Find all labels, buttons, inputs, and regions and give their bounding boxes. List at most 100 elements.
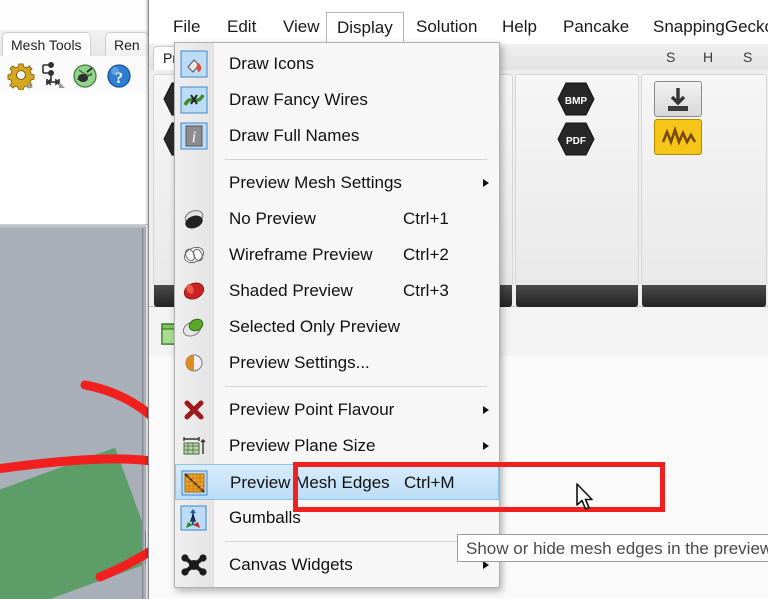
menu-item-preview-mesh-edges[interactable]: Preview Mesh Edges Ctrl+M xyxy=(175,464,499,500)
menu-snappinggecko[interactable]: SnappingGecko xyxy=(643,13,768,41)
draw-fancy-wires-icon xyxy=(177,85,211,115)
menu-pancake-label: Pancake xyxy=(563,17,630,36)
menu-item-draw-full-names-label: Draw Full Names xyxy=(229,126,360,145)
wireframe-preview-icon xyxy=(177,240,211,270)
dimension-icon[interactable] xyxy=(38,60,68,90)
menu-item-preview-plane-size[interactable]: Preview Plane Size xyxy=(175,428,499,464)
background-tabstrip: Mesh Tools Ren xyxy=(0,30,152,57)
tab-h-label: H xyxy=(703,49,714,65)
svg-text:i: i xyxy=(192,129,196,146)
menu-file[interactable]: File xyxy=(163,13,210,41)
menubar: File Edit View Display Solution Help Pan… xyxy=(149,0,768,44)
menu-help-label: Help xyxy=(502,17,537,36)
chevron-right-icon xyxy=(483,561,489,569)
menu-item-shaded-preview-shortcut: Ctrl+3 xyxy=(403,281,449,300)
menu-help[interactable]: Help xyxy=(492,13,547,41)
preview-mesh-edges-icon xyxy=(178,468,212,498)
menu-pancake[interactable]: Pancake xyxy=(553,13,639,41)
menu-item-draw-icons[interactable]: Draw Icons xyxy=(175,46,499,82)
svg-text:BMP: BMP xyxy=(565,96,588,107)
menu-solution-label: Solution xyxy=(416,17,478,36)
menu-item-preview-mesh-settings[interactable]: Preview Mesh Settings xyxy=(175,165,499,201)
tooltip: Show or hide mesh edges in the preview xyxy=(457,534,768,562)
draw-icons-icon xyxy=(177,49,211,79)
chevron-right-icon xyxy=(483,442,489,450)
menu-snappinggecko-label: SnappingGecko xyxy=(653,17,768,36)
menu-file-label: File xyxy=(173,17,201,36)
menu-separator-1 xyxy=(225,159,487,160)
draw-full-names-icon: i xyxy=(177,121,211,151)
menu-item-preview-point-flavour-label: Preview Point Flavour xyxy=(229,400,395,419)
menu-item-draw-fancy-wires[interactable]: Draw Fancy Wires xyxy=(175,82,499,118)
canvas-widgets-icon xyxy=(177,550,211,580)
no-preview-icon xyxy=(177,204,211,234)
gear-settings-icon[interactable] xyxy=(6,60,36,91)
menu-view[interactable]: View xyxy=(273,13,330,41)
menu-item-preview-mesh-settings-label: Preview Mesh Settings xyxy=(229,173,402,192)
tab-s2-label: S xyxy=(743,49,753,65)
component-group-export: BMP PDF xyxy=(515,74,639,307)
download-bake-icon[interactable] xyxy=(654,81,702,117)
menu-item-preview-settings[interactable]: Preview Settings... xyxy=(175,345,499,381)
display-dropdown-menu: Draw Icons Draw Fancy Wires i Draw Full … xyxy=(174,42,500,588)
bg-tab-ren[interactable]: Ren xyxy=(105,32,149,57)
menu-item-no-preview-shortcut: Ctrl+1 xyxy=(403,209,449,228)
menu-view-label: View xyxy=(283,17,320,36)
selected-only-preview-icon xyxy=(177,312,211,342)
waveform-icon[interactable] xyxy=(654,119,702,155)
menu-item-canvas-widgets[interactable]: Canvas Widgets xyxy=(175,547,499,583)
gumballs-icon: A xyxy=(177,503,211,533)
menu-item-list: Draw Icons Draw Fancy Wires i Draw Full … xyxy=(175,43,499,587)
menu-item-shaded-preview-label: Shaded Preview xyxy=(229,281,353,300)
help-icon[interactable]: ? xyxy=(104,60,134,90)
bg-tab-mesh-tools[interactable]: Mesh Tools xyxy=(2,32,91,57)
preview-mesh-settings-icon xyxy=(177,168,211,198)
menu-display[interactable]: Display xyxy=(326,12,404,43)
menu-item-gumballs[interactable]: A Gumballs xyxy=(175,500,499,536)
mouse-cursor xyxy=(576,483,593,510)
menu-item-preview-point-flavour[interactable]: Preview Point Flavour xyxy=(175,392,499,428)
menu-item-wireframe-preview-label: Wireframe Preview xyxy=(229,245,373,264)
menu-item-preview-settings-label: Preview Settings... xyxy=(229,353,370,372)
preview-point-flavour-icon xyxy=(177,395,211,425)
menu-item-draw-icons-label: Draw Icons xyxy=(229,54,315,73)
bg-tab-ren-label: Ren xyxy=(114,37,140,53)
menu-item-wireframe-preview[interactable]: Wireframe Preview Ctrl+2 xyxy=(175,237,499,273)
menu-edit[interactable]: Edit xyxy=(217,13,266,41)
menu-item-wireframe-preview-shortcut: Ctrl+2 xyxy=(403,245,449,264)
menu-separator-3 xyxy=(225,541,487,542)
menu-item-selected-only-preview[interactable]: Selected Only Preview xyxy=(175,309,499,345)
component-group-export-label xyxy=(516,285,638,307)
menu-separator-2 xyxy=(225,386,487,387)
tab-h[interactable]: H xyxy=(694,46,722,70)
svg-text:A: A xyxy=(190,514,197,524)
pdf-export-icon[interactable]: PDF xyxy=(556,121,596,157)
bmp-export-icon[interactable]: BMP xyxy=(556,81,596,117)
menu-solution[interactable]: Solution xyxy=(406,13,487,41)
chevron-right-icon xyxy=(483,406,489,414)
menu-item-preview-mesh-edges-shortcut: Ctrl+M xyxy=(404,473,455,492)
tab-s2[interactable]: S xyxy=(734,46,761,70)
bg-tab-mesh-tools-label: Mesh Tools xyxy=(11,37,82,53)
menu-item-shaded-preview[interactable]: Shaded Preview Ctrl+3 xyxy=(175,273,499,309)
chevron-right-icon xyxy=(483,179,489,187)
menu-edit-label: Edit xyxy=(227,17,257,36)
menu-item-draw-full-names[interactable]: i Draw Full Names xyxy=(175,118,499,154)
background-titlebar-area xyxy=(0,0,152,30)
tab-s1-label: S xyxy=(666,49,676,65)
svg-text:PDF: PDF xyxy=(566,136,586,147)
3d-viewport[interactable] xyxy=(0,228,146,599)
menu-item-selected-only-preview-label: Selected Only Preview xyxy=(229,317,401,336)
menu-item-gumballs-label: Gumballs xyxy=(229,508,301,527)
component-group-tools xyxy=(641,74,767,307)
background-toolbar: ? xyxy=(0,56,152,95)
background-empty-panel xyxy=(0,94,152,225)
menu-item-no-preview[interactable]: No Preview Ctrl+1 xyxy=(175,201,499,237)
menu-item-preview-mesh-edges-label: Preview Mesh Edges xyxy=(230,473,390,492)
component-group-tools-label xyxy=(642,285,766,307)
menu-item-preview-plane-size-label: Preview Plane Size xyxy=(229,436,376,455)
globe-icon[interactable] xyxy=(70,60,100,90)
tab-s1[interactable]: S xyxy=(657,46,684,70)
preview-plane-size-icon xyxy=(177,431,211,461)
menu-item-draw-fancy-wires-label: Draw Fancy Wires xyxy=(229,90,368,109)
